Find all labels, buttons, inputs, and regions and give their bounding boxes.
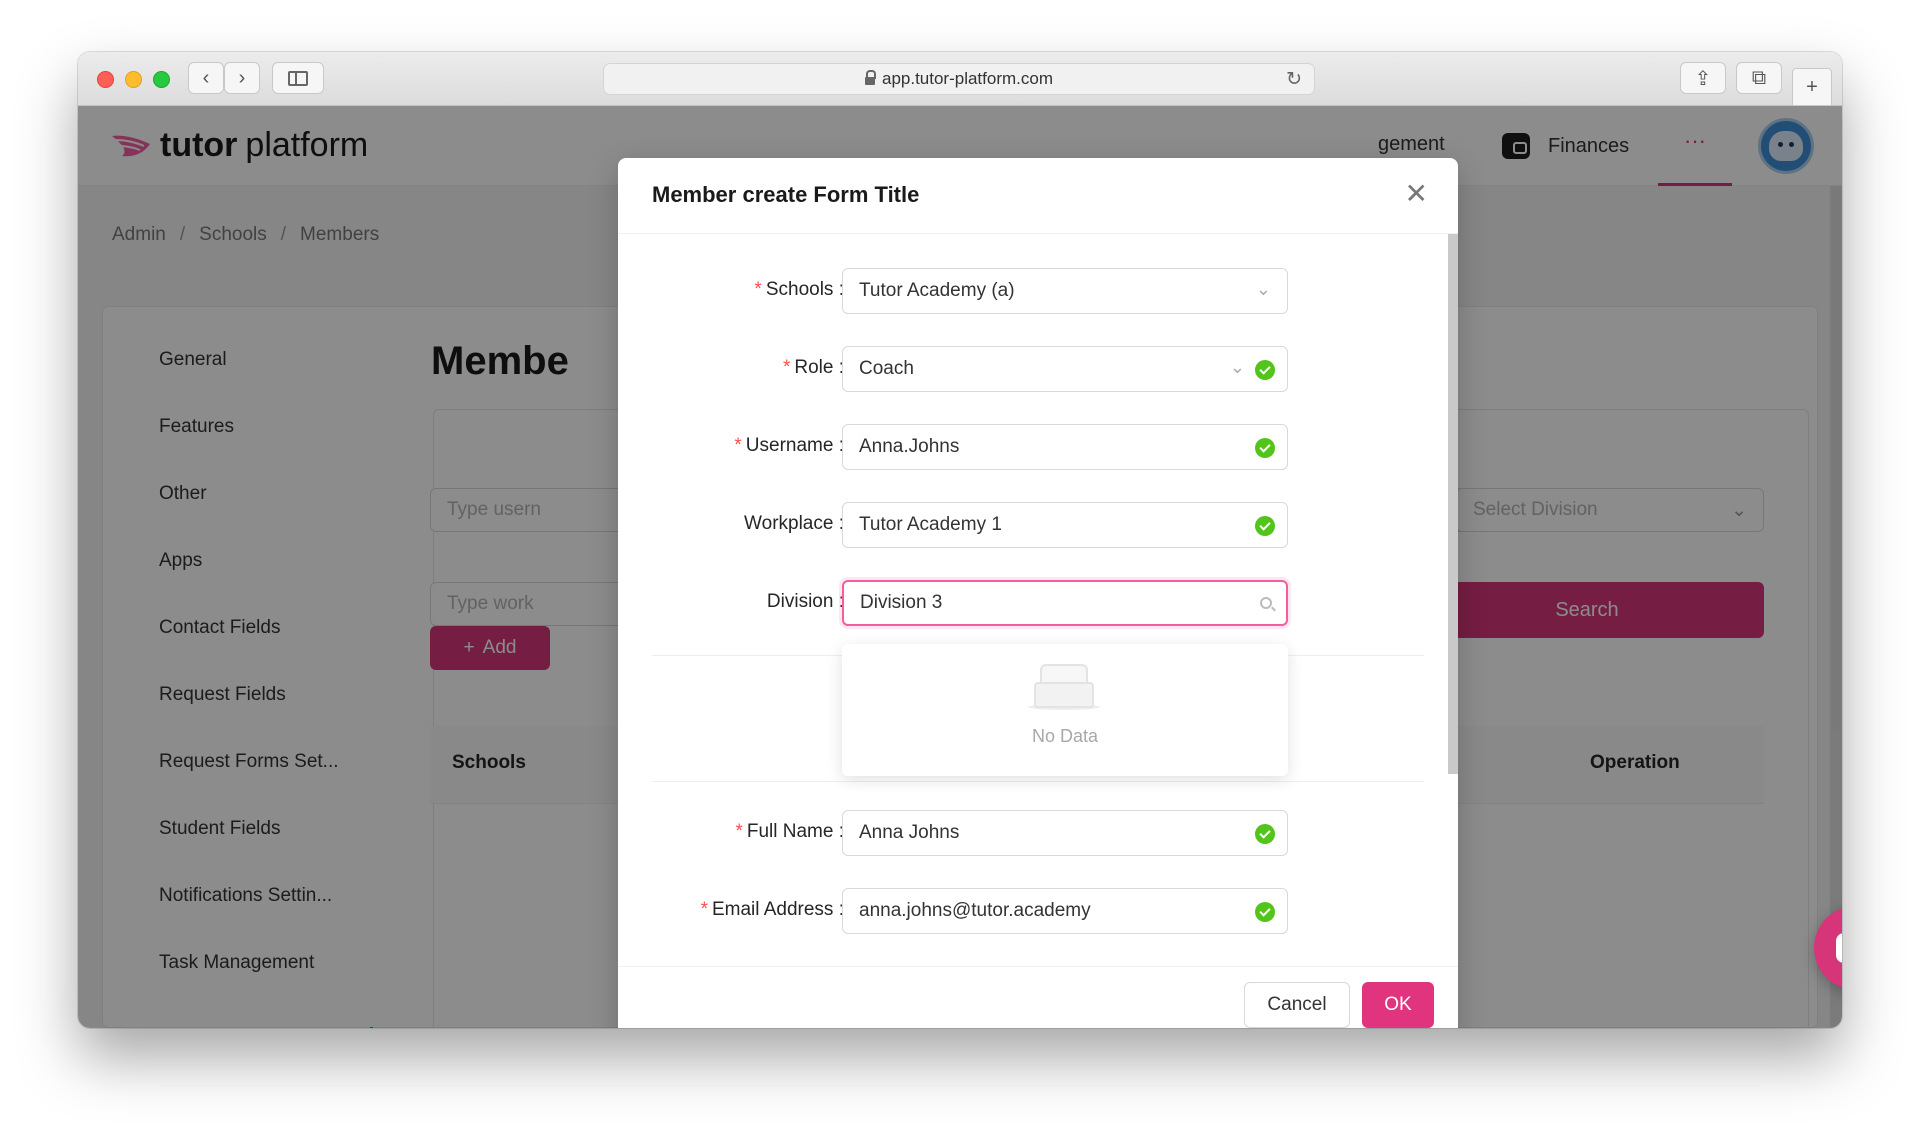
username-input[interactable]: Anna.Johns (842, 424, 1288, 470)
search-icon (1260, 597, 1272, 609)
member-create-modal: Member create Form Title ✕ * Schools : Tu… (618, 158, 1458, 1028)
username-value: Anna.Johns (859, 436, 960, 457)
lock-icon (864, 70, 876, 85)
form-row-full-name: * Full Name : Anna Johns (618, 810, 1458, 856)
minimize-window-icon[interactable] (125, 71, 142, 88)
share-icon[interactable]: ⇪ (1680, 62, 1726, 94)
role-select[interactable]: Coach ⌄ (842, 346, 1288, 392)
modal-footer: Cancel OK (618, 966, 1458, 1028)
form-row-role: * Role : Coach ⌄ (618, 346, 1458, 392)
browser-titlebar: ‹ › app.tutor-platform.com ↻ ⇪ ⧉ + (78, 52, 1842, 106)
check-circle-icon (1255, 902, 1275, 922)
check-circle-icon (1255, 824, 1275, 844)
schools-value: Tutor Academy (a) (859, 280, 1015, 301)
division-value: Division 3 (860, 592, 943, 613)
role-label: * Role : (782, 357, 844, 378)
division-dropdown: No Data (842, 644, 1288, 776)
tabs-overview-icon[interactable]: ⧉ (1736, 62, 1782, 94)
forward-icon[interactable]: › (224, 62, 260, 94)
workplace-input[interactable]: Tutor Academy 1 (842, 502, 1288, 548)
close-icon[interactable]: ✕ (1405, 180, 1428, 208)
username-label: * Username : (734, 435, 844, 456)
divider (652, 781, 1424, 782)
chevron-down-icon: ⌄ (1229, 357, 1245, 377)
page-scrollbar-thumb[interactable] (1832, 190, 1840, 730)
modal-header: Member create Form Title ✕ (618, 158, 1458, 234)
division-label: Division : (766, 591, 844, 612)
form-row-division: Division : Division 3 (618, 580, 1458, 626)
check-circle-icon (1255, 516, 1275, 536)
modal-body: * Schools : Tutor Academy (a) ⌄ * Role : C… (618, 234, 1458, 966)
workplace-label: Workplace : (744, 513, 844, 534)
check-circle-icon (1255, 438, 1275, 458)
sidebar-toggle-icon[interactable] (272, 62, 324, 94)
back-icon[interactable]: ‹ (188, 62, 224, 94)
form-row-workplace: Workplace : Tutor Academy 1 (618, 502, 1458, 548)
browser-window: ‹ › app.tutor-platform.com ↻ ⇪ ⧉ + tutor (78, 52, 1842, 1028)
schools-label: * Schools : (754, 279, 844, 300)
workplace-value: Tutor Academy 1 (859, 514, 1002, 535)
chat-icon (1836, 933, 1842, 963)
url-text: app.tutor-platform.com (881, 69, 1053, 88)
new-tab-icon[interactable]: + (1792, 68, 1832, 106)
full-name-value: Anna Johns (859, 822, 960, 843)
close-window-icon[interactable] (97, 71, 114, 88)
schools-select[interactable]: Tutor Academy (a) ⌄ (842, 268, 1288, 314)
role-value: Coach (859, 358, 914, 379)
check-circle-icon (1255, 360, 1275, 380)
chevron-down-icon: ⌄ (1255, 279, 1271, 299)
empty-inbox-icon (1028, 664, 1100, 710)
division-search-select[interactable]: Division 3 (842, 580, 1288, 626)
fullscreen-window-icon[interactable] (153, 71, 170, 88)
email-label: * Email Address : (700, 899, 844, 920)
form-row-username: * Username : Anna.Johns (618, 424, 1458, 470)
full-name-label: * Full Name : (735, 821, 844, 842)
cancel-button[interactable]: Cancel (1244, 982, 1350, 1028)
form-row-schools: * Schools : Tutor Academy (a) ⌄ (618, 268, 1458, 314)
modal-title: Member create Form Title (652, 182, 920, 207)
full-name-input[interactable]: Anna Johns (842, 810, 1288, 856)
form-row-email: * Email Address : anna.johns@tutor.academ… (618, 888, 1458, 934)
dropdown-empty-text: No Data (1031, 726, 1099, 746)
reload-icon[interactable]: ↻ (1286, 68, 1302, 91)
email-field[interactable]: anna.johns@tutor.academy (842, 888, 1288, 934)
email-value: anna.johns@tutor.academy (859, 900, 1091, 921)
ok-button[interactable]: OK (1362, 982, 1434, 1028)
address-bar[interactable]: app.tutor-platform.com ↻ (603, 63, 1315, 95)
